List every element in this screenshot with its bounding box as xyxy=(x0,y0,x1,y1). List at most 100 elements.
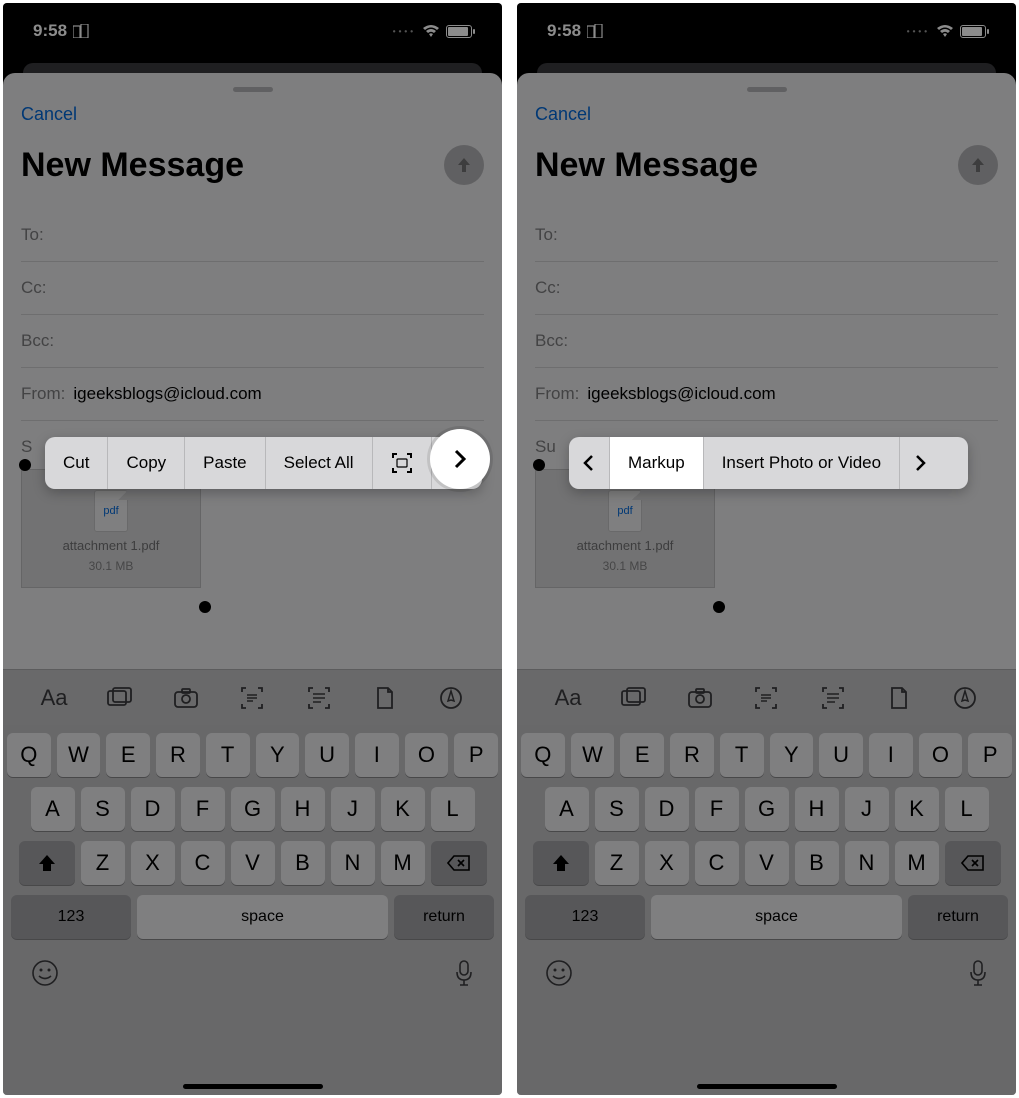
home-indicator[interactable] xyxy=(697,1084,837,1089)
menu-scan-icon[interactable] xyxy=(373,437,432,489)
selection-handle-end[interactable] xyxy=(713,601,725,613)
menu-prev-icon[interactable] xyxy=(569,437,610,489)
document-icon[interactable] xyxy=(370,683,400,713)
key-q[interactable]: Q xyxy=(7,733,51,777)
key-l[interactable]: L xyxy=(945,787,989,831)
menu-select-all[interactable]: Select All xyxy=(266,437,373,489)
key-u[interactable]: U xyxy=(819,733,863,777)
from-field[interactable]: From:igeeksblogs@icloud.com xyxy=(21,368,484,421)
key-t[interactable]: T xyxy=(720,733,764,777)
mic-button[interactable] xyxy=(968,959,988,987)
key-s[interactable]: S xyxy=(81,787,125,831)
key-c[interactable]: C xyxy=(181,841,225,885)
to-field[interactable]: To: xyxy=(21,209,484,262)
text-format-button[interactable]: Aa xyxy=(553,683,583,713)
key-shift[interactable] xyxy=(533,841,589,885)
photos-icon[interactable] xyxy=(105,683,135,713)
key-z[interactable]: Z xyxy=(595,841,639,885)
key-k[interactable]: K xyxy=(895,787,939,831)
key-e[interactable]: E xyxy=(106,733,150,777)
scan-doc-icon[interactable] xyxy=(818,683,848,713)
key-x[interactable]: X xyxy=(645,841,689,885)
key-e[interactable]: E xyxy=(620,733,664,777)
cancel-button[interactable]: Cancel xyxy=(21,100,484,145)
key-d[interactable]: D xyxy=(131,787,175,831)
markup-icon[interactable] xyxy=(950,683,980,713)
key-q[interactable]: Q xyxy=(521,733,565,777)
key-a[interactable]: A xyxy=(31,787,75,831)
key-backspace[interactable] xyxy=(945,841,1001,885)
key-space[interactable]: space xyxy=(137,895,388,939)
key-y[interactable]: Y xyxy=(770,733,814,777)
photos-icon[interactable] xyxy=(619,683,649,713)
to-field[interactable]: To: xyxy=(535,209,998,262)
menu-markup[interactable]: Markup xyxy=(610,437,704,489)
menu-insert-photo[interactable]: Insert Photo or Video xyxy=(704,437,900,489)
key-w[interactable]: W xyxy=(571,733,615,777)
key-return[interactable]: return xyxy=(394,895,494,939)
scan-text-icon[interactable] xyxy=(237,683,267,713)
key-u[interactable]: U xyxy=(305,733,349,777)
key-z[interactable]: Z xyxy=(81,841,125,885)
key-d[interactable]: D xyxy=(645,787,689,831)
key-backspace[interactable] xyxy=(431,841,487,885)
emoji-button[interactable] xyxy=(545,959,573,987)
key-o[interactable]: O xyxy=(919,733,963,777)
key-w[interactable]: W xyxy=(57,733,101,777)
key-r[interactable]: R xyxy=(156,733,200,777)
bcc-field[interactable]: Bcc: xyxy=(21,315,484,368)
send-button[interactable] xyxy=(444,145,484,185)
key-v[interactable]: V xyxy=(745,841,789,885)
key-t[interactable]: T xyxy=(206,733,250,777)
cc-field[interactable]: Cc: xyxy=(21,262,484,315)
camera-icon[interactable] xyxy=(171,683,201,713)
key-p[interactable]: P xyxy=(454,733,498,777)
key-j[interactable]: J xyxy=(331,787,375,831)
menu-copy[interactable]: Copy xyxy=(108,437,185,489)
mic-button[interactable] xyxy=(454,959,474,987)
scan-doc-icon[interactable] xyxy=(304,683,334,713)
key-n[interactable]: N xyxy=(331,841,375,885)
key-h[interactable]: H xyxy=(281,787,325,831)
key-m[interactable]: M xyxy=(381,841,425,885)
key-v[interactable]: V xyxy=(231,841,275,885)
key-p[interactable]: P xyxy=(968,733,1012,777)
sheet-grabber[interactable] xyxy=(233,87,273,92)
home-indicator[interactable] xyxy=(183,1084,323,1089)
key-shift[interactable] xyxy=(19,841,75,885)
key-return[interactable]: return xyxy=(908,895,1008,939)
key-i[interactable]: I xyxy=(355,733,399,777)
selection-handle-start[interactable] xyxy=(19,459,31,471)
key-o[interactable]: O xyxy=(405,733,449,777)
key-c[interactable]: C xyxy=(695,841,739,885)
key-m[interactable]: M xyxy=(895,841,939,885)
markup-icon[interactable] xyxy=(436,683,466,713)
sheet-grabber[interactable] xyxy=(747,87,787,92)
key-h[interactable]: H xyxy=(795,787,839,831)
key-numeric[interactable]: 123 xyxy=(11,895,131,939)
key-numeric[interactable]: 123 xyxy=(525,895,645,939)
key-f[interactable]: F xyxy=(695,787,739,831)
key-g[interactable]: G xyxy=(745,787,789,831)
cancel-button[interactable]: Cancel xyxy=(535,100,998,145)
key-i[interactable]: I xyxy=(869,733,913,777)
key-j[interactable]: J xyxy=(845,787,889,831)
key-b[interactable]: B xyxy=(281,841,325,885)
key-s[interactable]: S xyxy=(595,787,639,831)
menu-cut[interactable]: Cut xyxy=(45,437,108,489)
key-k[interactable]: K xyxy=(381,787,425,831)
from-field[interactable]: From:igeeksblogs@icloud.com xyxy=(535,368,998,421)
key-f[interactable]: F xyxy=(181,787,225,831)
menu-paste[interactable]: Paste xyxy=(185,437,265,489)
key-b[interactable]: B xyxy=(795,841,839,885)
key-a[interactable]: A xyxy=(545,787,589,831)
emoji-button[interactable] xyxy=(31,959,59,987)
scan-text-icon[interactable] xyxy=(751,683,781,713)
cc-field[interactable]: Cc: xyxy=(535,262,998,315)
document-icon[interactable] xyxy=(884,683,914,713)
key-g[interactable]: G xyxy=(231,787,275,831)
key-l[interactable]: L xyxy=(431,787,475,831)
key-space[interactable]: space xyxy=(651,895,902,939)
selection-handle-end[interactable] xyxy=(199,601,211,613)
camera-icon[interactable] xyxy=(685,683,715,713)
